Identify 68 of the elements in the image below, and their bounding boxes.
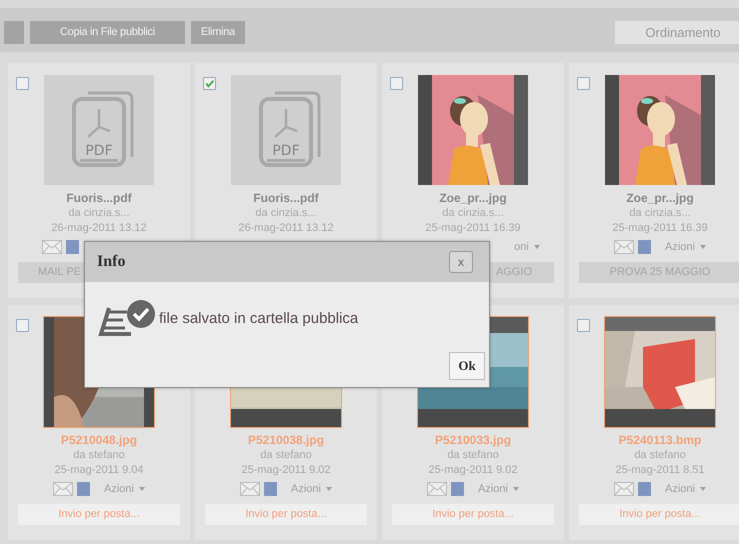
send-by-mail-link[interactable]: Invio per posta... bbox=[205, 504, 367, 525]
toolbar-button[interactable] bbox=[4, 20, 24, 44]
file-name[interactable]: Zoe_pr...jpg bbox=[439, 190, 507, 206]
actions-dropdown[interactable]: oni bbox=[514, 241, 540, 253]
file-author: da stefano bbox=[447, 448, 499, 463]
caret-icon bbox=[700, 487, 706, 491]
mail-icon[interactable] bbox=[427, 482, 448, 496]
facebook-icon[interactable] bbox=[77, 482, 90, 496]
checkbox[interactable] bbox=[390, 77, 403, 90]
mail-icon[interactable] bbox=[614, 240, 634, 254]
mail-icon[interactable] bbox=[42, 240, 62, 254]
file-name[interactable]: P5210038.jpg bbox=[248, 432, 324, 448]
toolbar-button[interactable]: Elimina bbox=[190, 20, 245, 44]
actions-dropdown[interactable]: Azioni bbox=[665, 483, 706, 495]
caret-icon bbox=[326, 487, 332, 491]
checkbox[interactable] bbox=[16, 319, 29, 332]
mail-icon[interactable] bbox=[53, 482, 74, 496]
file-author: da cinzia.s... bbox=[255, 206, 317, 221]
file-date: 26-mag-2011 13.12 bbox=[51, 221, 147, 236]
checkbox[interactable] bbox=[577, 77, 590, 90]
file-date: 25-mag-2011 16.39 bbox=[425, 221, 521, 236]
actions-dropdown[interactable]: Azioni bbox=[478, 483, 519, 495]
pdf-document-icon bbox=[259, 92, 320, 167]
facebook-icon[interactable] bbox=[451, 482, 464, 496]
file-author: da stefano bbox=[634, 448, 686, 463]
file-name[interactable]: P5210033.jpg bbox=[434, 432, 512, 448]
pdf-label: PDF bbox=[272, 143, 300, 159]
mail-icon[interactable] bbox=[240, 482, 260, 496]
mail-icon[interactable] bbox=[614, 482, 634, 496]
file-date: 25-mag-2011 9.02 bbox=[428, 463, 518, 478]
file-name[interactable]: Zoe_pr...jpg bbox=[626, 190, 694, 206]
checkbox[interactable] bbox=[203, 77, 216, 90]
file-date: 25-mag-2011 16.39 bbox=[612, 221, 708, 236]
ok-button[interactable]: Ok bbox=[449, 352, 485, 380]
caret-icon bbox=[512, 487, 519, 491]
toolbar-button[interactable]: Copia in File pubblici bbox=[30, 20, 185, 44]
checkbox[interactable] bbox=[16, 77, 29, 90]
pdf-label: PDF bbox=[85, 143, 113, 159]
actions-dropdown[interactable]: Azioni bbox=[665, 241, 706, 253]
send-by-mail-link[interactable]: Invio per posta... bbox=[18, 504, 180, 525]
file-author: da cinzia.s... bbox=[68, 206, 130, 221]
facebook-icon[interactable] bbox=[264, 482, 278, 496]
caret-icon bbox=[534, 245, 540, 249]
send-by-mail-link[interactable]: Invio per posta... bbox=[392, 504, 554, 525]
facebook-icon[interactable] bbox=[638, 482, 652, 496]
file-date: 25-mag-2011 9.02 bbox=[241, 463, 331, 478]
actions-dropdown[interactable]: Azioni bbox=[291, 483, 332, 495]
actions-dropdown[interactable]: Azioni bbox=[104, 483, 145, 495]
dialog-message: file salvato in cartella pubblica bbox=[159, 310, 358, 326]
file-date: 25-mag-2011 8.51 bbox=[615, 463, 705, 478]
file-author: da stefano bbox=[260, 448, 312, 463]
file-name[interactable]: Fuoris...pdf bbox=[253, 190, 319, 206]
file-date: 25-mag-2011 9.04 bbox=[54, 463, 144, 478]
file-name[interactable]: P5210048.jpg bbox=[60, 432, 138, 448]
pdf-document-icon bbox=[72, 92, 134, 167]
sort-button[interactable]: Ordinamento bbox=[615, 20, 739, 44]
file-author: da stefano bbox=[73, 448, 125, 463]
caret-icon bbox=[700, 245, 706, 249]
file-name[interactable]: Fuoris...pdf bbox=[66, 190, 132, 206]
send-by-mail-link[interactable]: Invio per posta... bbox=[579, 504, 739, 525]
file-name[interactable]: P5240113.bmp bbox=[618, 432, 702, 448]
checkbox[interactable] bbox=[577, 319, 590, 332]
facebook-icon[interactable] bbox=[638, 240, 652, 254]
file-author: da cinzia.s... bbox=[442, 206, 504, 221]
close-button[interactable]: x bbox=[449, 251, 473, 273]
file-date: 26-mag-2011 13.12 bbox=[238, 221, 334, 236]
file-author: da cinzia.s... bbox=[629, 206, 691, 221]
caret-icon bbox=[138, 487, 145, 491]
